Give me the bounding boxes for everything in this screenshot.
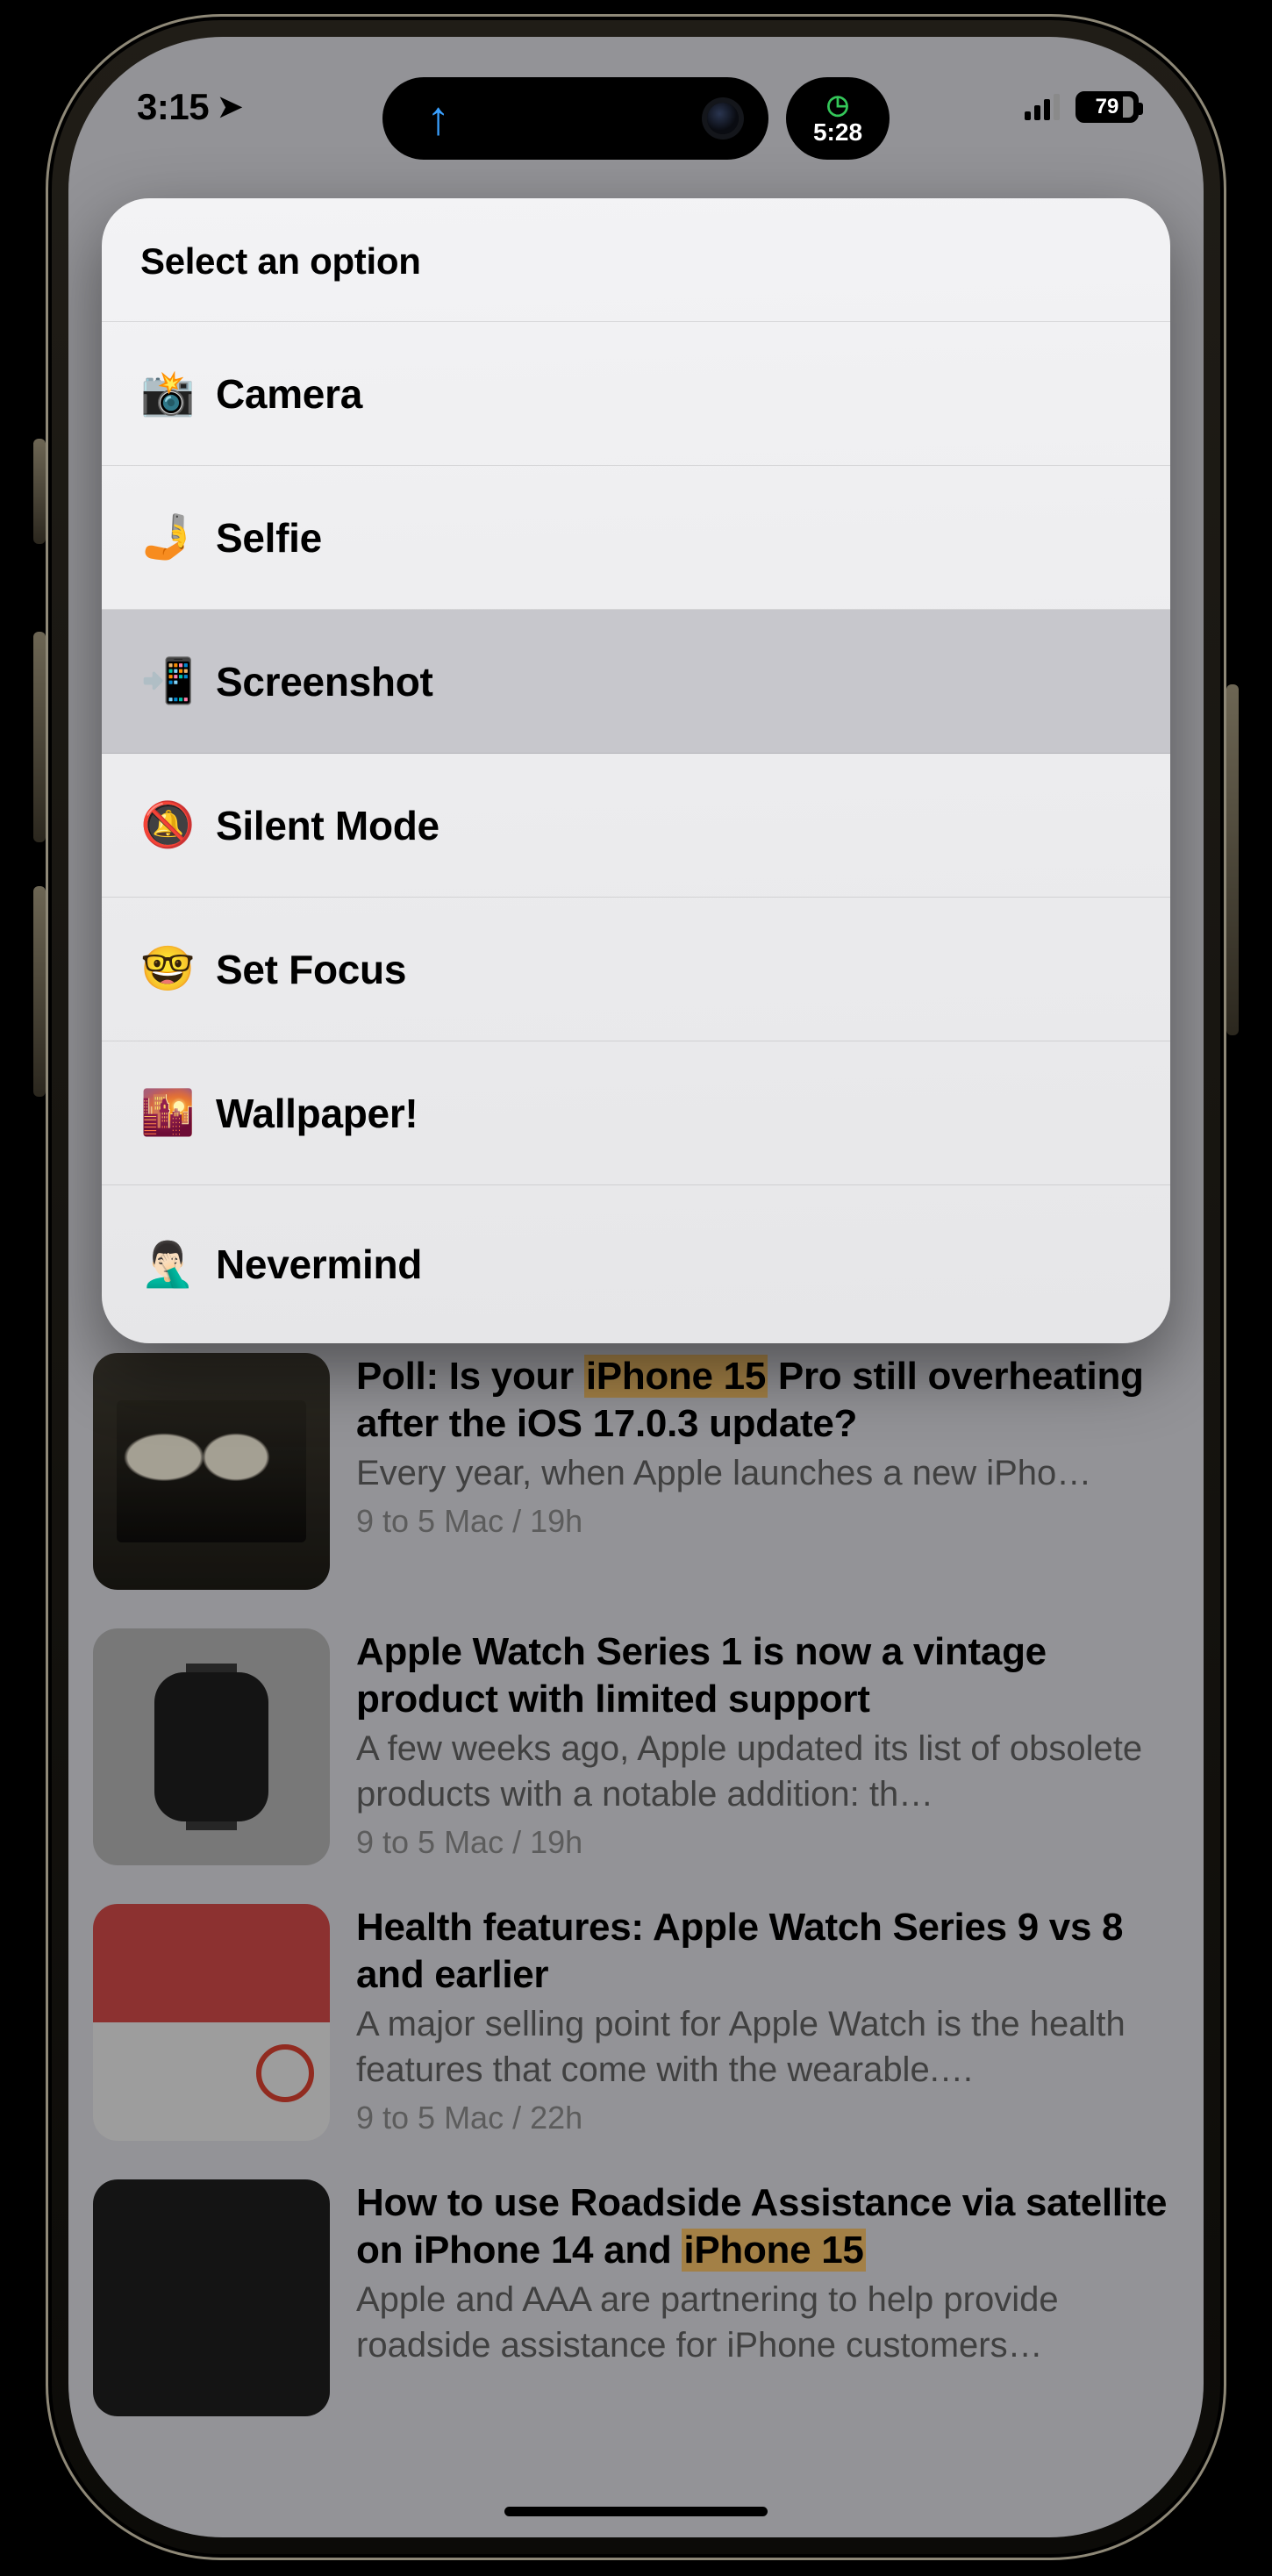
sheet-option-set-focus[interactable]: 🤓 Set Focus: [102, 898, 1170, 1041]
timer-ring-icon: ◷: [826, 92, 849, 118]
option-label: Camera: [216, 370, 362, 418]
sheet-option-silent-mode[interactable]: 🔕 Silent Mode: [102, 754, 1170, 898]
sheet-option-selfie[interactable]: 🤳 Selfie: [102, 466, 1170, 610]
option-emoji-icon: 📲: [140, 655, 193, 707]
dynamic-island-area: ↑ ◷ 5:28: [382, 77, 890, 160]
location-icon: ➤: [218, 89, 242, 125]
side-button[interactable]: [1226, 684, 1239, 1035]
option-emoji-icon: 📸: [140, 368, 193, 419]
option-emoji-icon: 🤓: [140, 943, 193, 995]
cell-signal-icon: [1025, 94, 1060, 120]
sheet-option-screenshot[interactable]: 📲 Screenshot: [102, 610, 1170, 754]
battery-percent: 79: [1096, 95, 1119, 119]
home-indicator[interactable]: [504, 2507, 768, 2516]
action-sheet-title: Select an option: [102, 198, 1170, 322]
option-label: Nevermind: [216, 1241, 422, 1288]
status-time: 3:15: [137, 86, 209, 128]
dynamic-island[interactable]: ↑: [382, 77, 768, 160]
battery-indicator: 79: [1075, 91, 1139, 123]
option-label: Wallpaper!: [216, 1090, 418, 1137]
option-emoji-icon: 🤳: [140, 512, 193, 563]
option-emoji-icon: 🌇: [140, 1087, 193, 1139]
device-frame: Poll: Is your iPhone 15 Pro still overhe…: [46, 14, 1226, 2560]
mute-switch[interactable]: [33, 439, 46, 544]
option-label: Selfie: [216, 514, 322, 562]
option-emoji-icon: 🔕: [140, 799, 193, 851]
option-label: Screenshot: [216, 658, 433, 705]
screen: Poll: Is your iPhone 15 Pro still overhe…: [68, 37, 1204, 2537]
option-emoji-icon: 🤦🏻‍♂️: [140, 1239, 193, 1291]
action-sheet: Select an option 📸 Camera 🤳 Selfie 📲 Screensh…: [102, 198, 1170, 1343]
front-camera-icon: [707, 103, 739, 134]
option-label: Set Focus: [216, 946, 406, 993]
sheet-option-nevermind[interactable]: 🤦🏻‍♂️ Nevermind: [102, 1185, 1170, 1343]
sheet-option-camera[interactable]: 📸 Camera: [102, 322, 1170, 466]
upload-arrow-icon: ↑: [426, 91, 450, 146]
sheet-option-wallpaper[interactable]: 🌇 Wallpaper!: [102, 1041, 1170, 1185]
volume-down-button[interactable]: [33, 886, 46, 1097]
option-label: Silent Mode: [216, 802, 439, 849]
live-activity-time: 5:28: [813, 120, 862, 145]
live-activity-timer[interactable]: ◷ 5:28: [786, 77, 890, 160]
volume-up-button[interactable]: [33, 632, 46, 842]
